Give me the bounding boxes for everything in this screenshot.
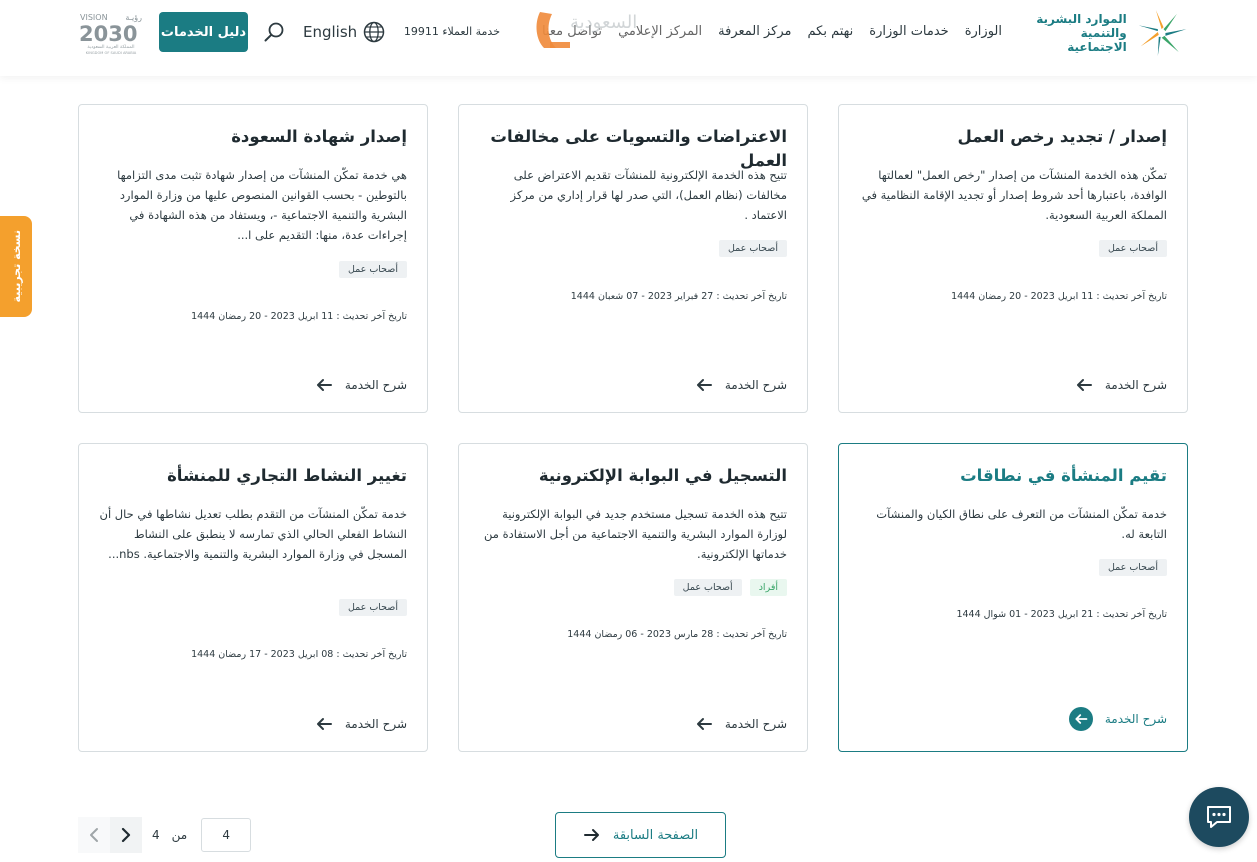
card-update-date: تاريخ آخر تحديث : 27 فبراير 2023 - 07 شع… [570, 291, 787, 302]
language-switch[interactable]: English [303, 21, 385, 43]
globe-icon [363, 21, 385, 43]
vision-ar-label: رؤيـة [125, 13, 142, 22]
card-description: تمكّن هذه الخدمة المنشآت من إصدار "رخص ا… [861, 168, 1167, 222]
watermark-logo: السعودية [536, 12, 637, 48]
site-header: الموارد البشرية والتنمية الاجتماعية الوز… [0, 0, 1257, 76]
pagination-of-label: من [171, 828, 188, 842]
service-explanation-label: شرح الخدمة [344, 378, 407, 392]
service-card[interactable]: الاعتراضات والتسويات على مخالفات العمل ت… [458, 104, 808, 413]
customer-service-hotline[interactable]: خدمة العملاء 19911 [404, 25, 500, 38]
service-explanation-link[interactable]: شرح الخدمة [1068, 707, 1167, 731]
nav-ministry[interactable]: الوزارة [965, 24, 1002, 39]
pagination-controls: 4 من [78, 817, 252, 853]
card-update-date: تاريخ آخر تحديث : 28 مارس 2023 - 06 رمضا… [567, 629, 787, 640]
chat-bubble-icon [1207, 806, 1231, 828]
services-guide-button[interactable]: دليل الخدمات [159, 12, 248, 52]
pagination-total-pages: 4 [152, 828, 160, 842]
service-explanation-label: شرح الخدمة [724, 717, 787, 731]
card-tags: أصحاب عمل [1098, 240, 1167, 257]
language-label: English [303, 23, 358, 41]
ministry-emblem-icon [1138, 10, 1187, 56]
logo-line-2: والتنمية الاجتماعية [1067, 26, 1127, 54]
service-explanation-link[interactable]: شرح الخدمة [1075, 378, 1167, 392]
card-description: تتيح هذه الخدمة الإلكترونية للمنشآت تقدي… [510, 168, 788, 222]
card-title: تقيم المنشأة في نطاقات [960, 466, 1167, 485]
tag-employers: أصحاب عمل [1098, 559, 1167, 576]
card-tags: أصحاب عمل [338, 261, 407, 278]
beta-version-tab[interactable]: نسخة تجريبية [0, 216, 32, 317]
chat-support-button[interactable] [1189, 787, 1249, 847]
pagination-page-input[interactable] [201, 818, 252, 852]
card-title: إصدار شهادة السعودة [231, 127, 407, 146]
nav-knowledge-center[interactable]: مركز المعرفة [718, 24, 791, 39]
card-tags: أصحاب عمل [338, 599, 407, 616]
chevron-left-icon [90, 828, 98, 842]
vision-2030-logo: VISION رؤيـة 2030 المملكة العربية السعود… [79, 13, 142, 55]
service-card-active[interactable]: تقيم المنشأة في نطاقات خدمة تمكّن المنشآ… [838, 443, 1188, 752]
service-explanation-link[interactable]: شرح الخدمة [695, 378, 787, 392]
nav-we-care[interactable]: نهتم بكم [808, 24, 854, 39]
tag-employers: أصحاب عمل [338, 599, 407, 616]
card-update-date: تاريخ آخر تحديث : 11 ابريل 2023 - 20 رمض… [191, 311, 407, 322]
service-explanation-link[interactable]: شرح الخدمة [315, 717, 407, 731]
search-icon[interactable] [262, 20, 286, 44]
tag-employers: أصحاب عمل [673, 579, 742, 596]
logo-line-1: الموارد البشرية [1036, 12, 1127, 26]
service-explanation-link[interactable]: شرح الخدمة [315, 378, 407, 392]
arrow-left-icon [316, 379, 332, 391]
service-explanation-label: شرح الخدمة [724, 378, 787, 392]
card-title: إصدار / تجديد رخص العمل [957, 127, 1168, 146]
ministry-logo-text: الموارد البشرية والتنمية الاجتماعية [1022, 12, 1127, 54]
service-card[interactable]: التسجيل في البوابة الإلكترونية تتيح هذه … [458, 443, 808, 752]
tag-employers: أصحاب عمل [718, 240, 787, 257]
card-update-date: تاريخ آخر تحديث : 11 ابريل 2023 - 20 رمض… [951, 291, 1167, 302]
card-description: خدمة تمكّن المنشآت من التقدم بطلب تعديل … [99, 507, 408, 561]
tag-employers: أصحاب عمل [338, 261, 407, 278]
arrow-left-circle-icon [1068, 707, 1093, 731]
pagination-next-button[interactable] [110, 817, 142, 853]
service-explanation-label: شرح الخدمة [1104, 378, 1167, 392]
previous-page-button[interactable]: الصفحة السابقة [555, 812, 726, 858]
service-card[interactable]: إصدار شهادة السعودة هي خدمة تمكّن المنشآ… [78, 104, 428, 413]
card-title: تغيير النشاط التجاري للمنشأة [167, 466, 407, 485]
vision-subtitle-en: KINGDOM OF SAUDI ARABIA [86, 51, 137, 55]
card-tags: أفراد أصحاب عمل [673, 579, 787, 596]
card-description: خدمة تمكّن المنشآت من التعرف على نطاق ال… [876, 507, 1167, 541]
vision-subtitle: المملكة العربية السعودية [87, 44, 134, 50]
card-update-date: تاريخ آخر تحديث : 08 ابريل 2023 - 17 رمض… [191, 649, 407, 660]
pagination-prev-button[interactable] [78, 817, 110, 853]
arrow-left-icon [696, 718, 712, 730]
card-description: هي خدمة تمكّن المنشآت من إصدار شهادة تثب… [117, 168, 407, 242]
service-explanation-link[interactable]: شرح الخدمة [695, 717, 787, 731]
nav-ministry-services[interactable]: خدمات الوزارة [869, 24, 948, 39]
card-update-date: تاريخ آخر تحديث : 21 ابريل 2023 - 01 شوا… [956, 609, 1167, 620]
card-tags: أصحاب عمل [718, 240, 787, 257]
card-title: التسجيل في البوابة الإلكترونية [538, 466, 787, 485]
tag-employers: أصحاب عمل [1098, 240, 1167, 257]
arrow-right-icon [583, 829, 599, 841]
card-tags: أصحاب عمل [1098, 559, 1167, 576]
vision-label: VISION [80, 13, 108, 22]
chevron-right-icon [121, 827, 131, 843]
vision-year: 2030 [79, 22, 137, 46]
arrow-left-icon [316, 718, 332, 730]
service-card[interactable]: إصدار / تجديد رخص العمل تمكّن هذه الخدمة… [838, 104, 1188, 413]
arrow-left-icon [1076, 379, 1092, 391]
watermark-text: السعودية [570, 12, 637, 33]
service-card[interactable]: تغيير النشاط التجاري للمنشأة خدمة تمكّن … [78, 443, 428, 752]
ministry-logo[interactable]: الموارد البشرية والتنمية الاجتماعية [1022, 6, 1190, 60]
arrow-left-icon [696, 379, 712, 391]
previous-page-label: الصفحة السابقة [612, 827, 699, 843]
tag-individuals: أفراد [749, 579, 787, 596]
beta-version-label: نسخة تجريبية [9, 230, 23, 303]
card-description: تتيح هذه الخدمة تسجيل مستخدم جديد في الب… [484, 507, 787, 561]
service-explanation-label: شرح الخدمة [344, 717, 407, 731]
service-explanation-label: شرح الخدمة [1104, 712, 1167, 726]
